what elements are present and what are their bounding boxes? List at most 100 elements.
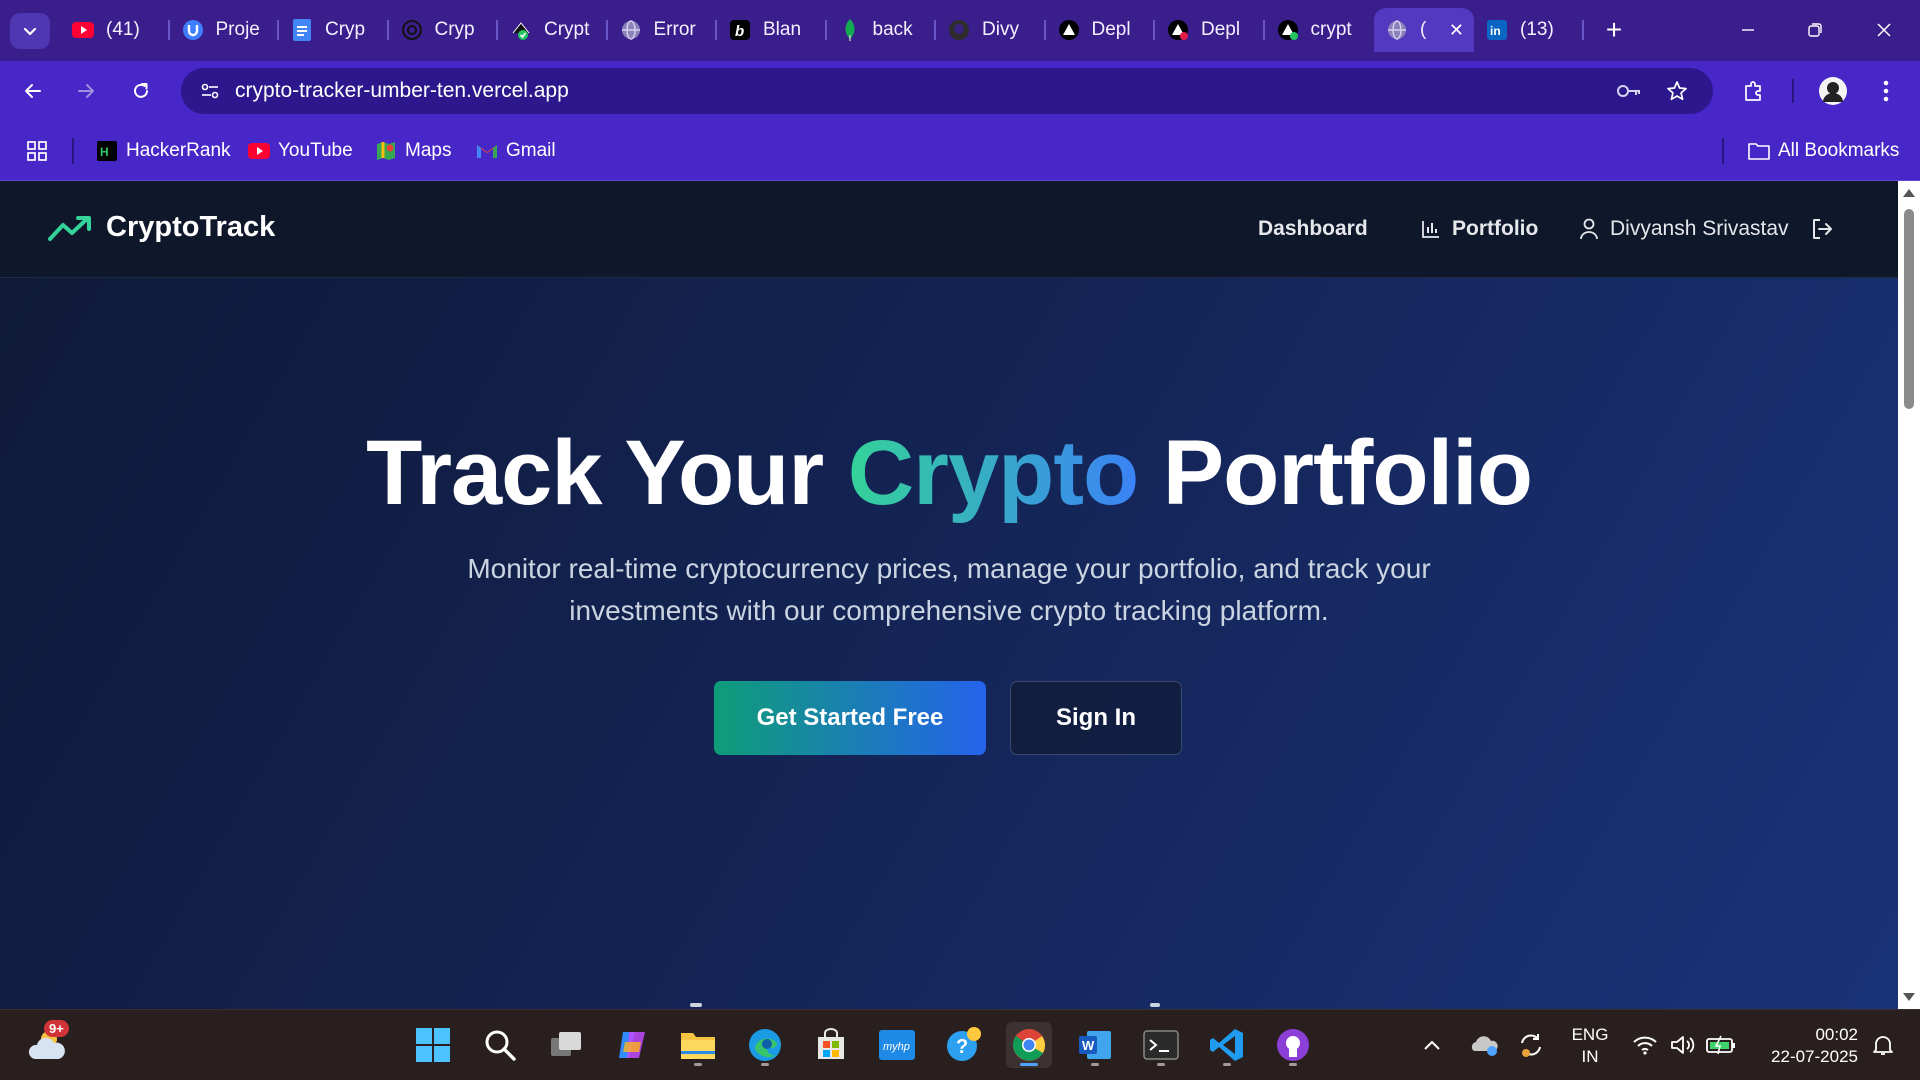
taskbar-github-desktop[interactable]: [1270, 1022, 1316, 1068]
hero-title-accent: Crypto: [847, 422, 1139, 524]
onedrive-tray[interactable]: [1468, 1022, 1502, 1068]
scroll-down-arrow-icon[interactable]: [1903, 993, 1915, 1001]
taskbar-chrome[interactable]: [1006, 1022, 1052, 1068]
tab[interactable]: Proje: [170, 8, 280, 52]
tab[interactable]: crypt: [1265, 8, 1375, 52]
edge-icon: [749, 1029, 781, 1061]
tab-search-button[interactable]: [10, 13, 50, 49]
notifications-button[interactable]: [1866, 1022, 1900, 1068]
nav-dashboard-link[interactable]: Dashboard: [1258, 217, 1368, 241]
hero-title-part2: Portfolio: [1138, 422, 1533, 524]
tab[interactable]: Cryp: [389, 8, 499, 52]
brand-logo[interactable]: CryptoTrack: [48, 211, 275, 244]
page-scrollbar[interactable]: [1898, 181, 1920, 1009]
tab[interactable]: Depl: [1046, 8, 1156, 52]
tab-title: crypt: [1310, 19, 1352, 40]
site-info-icon[interactable]: [197, 78, 223, 104]
nav-portfolio-link[interactable]: Portfolio: [1420, 217, 1538, 241]
hero-title: Track Your Crypto Portfolio: [0, 421, 1898, 526]
battery-tray[interactable]: [1704, 1022, 1738, 1068]
bookmark-star-icon[interactable]: [1661, 75, 1693, 107]
forward-button[interactable]: [70, 75, 102, 107]
close-icon[interactable]: ✕: [1449, 20, 1464, 41]
sync-tray[interactable]: [1514, 1022, 1548, 1068]
taskbar-copilot[interactable]: [609, 1022, 655, 1068]
profile-avatar[interactable]: [1817, 75, 1849, 107]
bookmark-label: Maps: [405, 140, 452, 161]
taskbar-store[interactable]: [808, 1022, 854, 1068]
volume-icon: [1671, 1036, 1695, 1054]
search-button[interactable]: [477, 1022, 523, 1068]
bookmark-separator: [72, 138, 74, 164]
toolbar-divider: [1792, 79, 1794, 103]
chrome-icon: [1013, 1029, 1046, 1061]
bookmark-maps[interactable]: Maps: [375, 138, 451, 164]
scroll-up-arrow-icon[interactable]: [1903, 189, 1915, 197]
clock[interactable]: 00:02 22-07-2025: [1758, 1024, 1858, 1068]
wifi-tray[interactable]: [1628, 1022, 1662, 1068]
extensions-button[interactable]: [1737, 75, 1769, 107]
page-viewport: CryptoTrack Dashboard Portfolio Divyansh…: [0, 181, 1898, 1009]
taskbar-file-explorer[interactable]: [675, 1022, 721, 1068]
reload-button[interactable]: [125, 75, 157, 107]
all-bookmarks-button[interactable]: All Bookmarks: [1748, 138, 1899, 164]
start-button[interactable]: [410, 1022, 456, 1068]
taskbar-edge[interactable]: [742, 1022, 788, 1068]
address-bar[interactable]: crypto-tracker-umber-ten.vercel.app: [181, 68, 1713, 114]
bookmarks-bar: H HackerRank YouTube Maps Gmail All Book…: [0, 120, 1920, 181]
logout-button[interactable]: [1810, 217, 1836, 243]
windows-taskbar: 9+ myhp ? W ENG IN 00:02 22-07-2025: [0, 1009, 1920, 1080]
tab[interactable]: Crypt: [498, 8, 608, 52]
apps-grid-icon: [27, 141, 47, 161]
terminal-icon: [1143, 1030, 1179, 1060]
youtube-icon: [248, 140, 270, 162]
volume-tray[interactable]: [1666, 1022, 1700, 1068]
tab[interactable]: Divy: [936, 8, 1046, 52]
get-started-button[interactable]: Get Started Free: [714, 681, 986, 755]
tab[interactable]: (41): [60, 8, 170, 52]
more-vertical-icon: [1883, 80, 1889, 102]
taskbar-help[interactable]: ?: [940, 1022, 986, 1068]
minimize-button[interactable]: [1728, 14, 1768, 46]
running-indicator: [1223, 1063, 1231, 1066]
get-help-icon: ?: [947, 1027, 981, 1061]
bookmark-gmail[interactable]: Gmail: [476, 138, 556, 164]
sign-in-button[interactable]: Sign In: [1010, 681, 1182, 755]
input-language-indicator[interactable]: ENG IN: [1565, 1024, 1615, 1068]
tab[interactable]: in (13): [1474, 8, 1584, 52]
chevron-down-icon: [23, 27, 37, 36]
new-tab-button[interactable]: +: [1598, 14, 1630, 46]
show-hidden-icons-button[interactable]: [1415, 1022, 1449, 1068]
myhp-icon: myhp: [879, 1030, 915, 1060]
globe-icon: [620, 19, 642, 41]
nav-user[interactable]: Divyansh Srivastav: [1578, 217, 1789, 241]
tab[interactable]: back: [827, 8, 937, 52]
browser-menu-button[interactable]: [1870, 75, 1902, 107]
svg-text:myhp: myhp: [883, 1041, 910, 1053]
taskbar-word[interactable]: W: [1072, 1022, 1118, 1068]
github-icon: [948, 19, 970, 41]
task-view-button[interactable]: [543, 1022, 589, 1068]
back-button[interactable]: [17, 75, 49, 107]
trending-up-icon: [48, 215, 91, 241]
taskbar-myhp[interactable]: myhp: [874, 1022, 920, 1068]
tab[interactable]: Error: [608, 8, 718, 52]
tab-title: (41): [106, 19, 140, 40]
restore-button[interactable]: [1795, 14, 1835, 46]
tab-strip: (41) Proje Cryp Cryp Crypt Error b Blan: [0, 0, 1920, 61]
tab-title: Proje: [215, 19, 260, 40]
scrollbar-thumb[interactable]: [1904, 209, 1914, 409]
tab-active[interactable]: ( ✕: [1374, 8, 1474, 52]
restore-icon: [1808, 23, 1822, 37]
tab[interactable]: b Blan: [717, 8, 827, 52]
taskbar-vscode[interactable]: [1204, 1022, 1250, 1068]
taskbar-terminal[interactable]: [1138, 1022, 1184, 1068]
svg-text:?: ?: [956, 1036, 968, 1058]
tab[interactable]: Depl: [1155, 8, 1265, 52]
bookmark-hackerrank[interactable]: H HackerRank: [96, 138, 231, 164]
tab[interactable]: Cryp: [279, 8, 389, 52]
close-window-button[interactable]: [1864, 14, 1904, 46]
password-key-icon[interactable]: [1613, 75, 1645, 107]
bookmark-youtube[interactable]: YouTube: [248, 138, 353, 164]
apps-button[interactable]: [26, 138, 48, 164]
